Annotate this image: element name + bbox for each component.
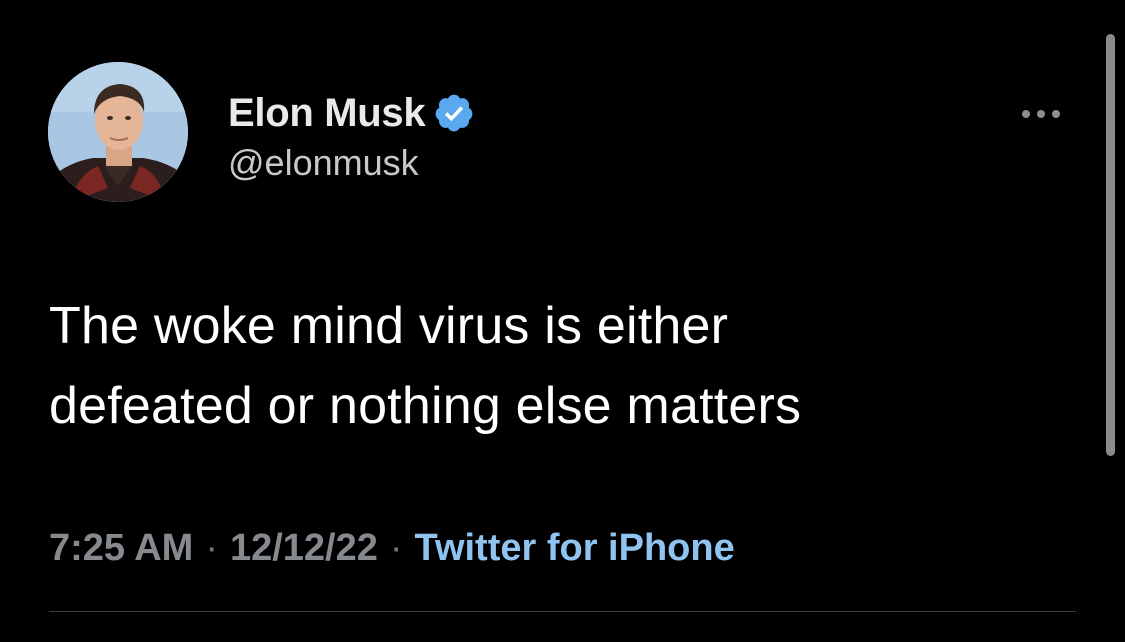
display-name[interactable]: Elon Musk [228, 91, 426, 136]
meta-separator: · [205, 527, 218, 569]
scrollbar[interactable] [1106, 34, 1115, 456]
display-name-row: Elon Musk [228, 88, 475, 138]
tweet-card: Elon Musk @elonmusk The woke mind virus … [0, 0, 1125, 642]
tweet-date[interactable]: 12/12/22 [230, 527, 378, 570]
author-info: Elon Musk @elonmusk [228, 88, 475, 184]
tweet-time[interactable]: 7:25 AM [49, 527, 193, 570]
more-options-button[interactable] [1022, 96, 1076, 132]
more-options-icon [1022, 110, 1060, 118]
verified-badge-icon[interactable] [433, 92, 475, 134]
divider [49, 611, 1076, 612]
tweet-source-link[interactable]: Twitter for iPhone [415, 527, 735, 570]
tweet-text: The woke mind virus is either defeated o… [49, 297, 802, 435]
tweet-meta: 7:25 AM · 12/12/22 · Twitter for iPhone [49, 527, 735, 570]
avatar[interactable] [48, 62, 188, 202]
author-handle[interactable]: @elonmusk [228, 142, 475, 184]
profile-photo-icon [48, 62, 188, 202]
meta-separator: · [389, 527, 403, 569]
